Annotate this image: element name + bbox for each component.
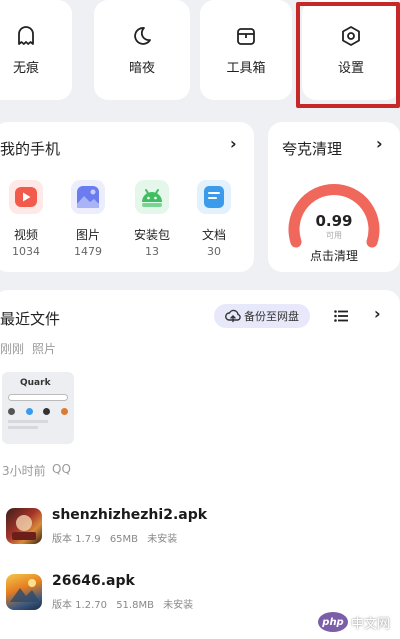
recent-chevron-icon[interactable]: › bbox=[374, 304, 381, 323]
file-size: 65MB bbox=[109, 534, 139, 545]
recent-group-time: 3小时前 bbox=[2, 464, 46, 478]
recent-group-time: 刚刚 bbox=[0, 342, 25, 356]
watermark-text: 中文网 bbox=[351, 616, 391, 632]
phone-item-label: 视频 bbox=[13, 228, 38, 242]
backup-label: 备份至网盘 bbox=[244, 310, 299, 323]
phone-item-documents[interactable]: 文档 30 bbox=[186, 180, 242, 258]
my-phone-chevron-icon[interactable]: › bbox=[230, 134, 237, 153]
cleanup-title: 夸克清理 bbox=[282, 140, 343, 158]
tool-incognito[interactable]: 无痕 bbox=[0, 0, 72, 100]
tool-night-mode[interactable]: 暗夜 bbox=[94, 0, 190, 100]
thumbnail-lines bbox=[8, 420, 48, 423]
cleanup-chevron-icon[interactable]: › bbox=[376, 134, 383, 153]
file-size: 51.8MB bbox=[116, 600, 154, 611]
video-play-icon bbox=[9, 180, 43, 214]
recent-group-type: 照片 bbox=[32, 342, 57, 356]
thumbnail-icons bbox=[8, 408, 68, 415]
tool-label: 无痕 bbox=[12, 60, 39, 76]
phone-item-label: 文档 bbox=[201, 228, 226, 242]
apk-app-icon bbox=[6, 508, 42, 544]
recent-group-type: QQ bbox=[52, 462, 71, 476]
file-status: 未安装 bbox=[147, 534, 178, 545]
settings-highlight-box bbox=[296, 2, 400, 108]
tool-toolbox[interactable]: 工具箱 bbox=[200, 0, 292, 100]
toolbox-icon bbox=[235, 25, 257, 47]
tool-label: 暗夜 bbox=[128, 60, 155, 76]
file-meta: 版本 1.7.9 65MB 未安装 bbox=[52, 530, 183, 545]
phone-item-count: 1034 bbox=[12, 245, 40, 258]
tool-label: 工具箱 bbox=[226, 60, 266, 76]
phone-item-count: 13 bbox=[145, 245, 159, 258]
file-version: 版本 1.2.70 bbox=[52, 600, 107, 611]
file-meta: 版本 1.2.70 51.8MB 未安装 bbox=[52, 596, 199, 611]
cleanup-score: 0.99 bbox=[315, 212, 353, 230]
file-row[interactable]: shenzhizhezhi2.apk 版本 1.7.9 65MB 未安装 bbox=[6, 507, 386, 548]
file-row[interactable]: 26646.apk 版本 1.2.70 51.8MB 未安装 bbox=[6, 573, 386, 614]
thumbnail-caption: Quark bbox=[20, 378, 51, 388]
file-name: 26646.apk bbox=[52, 573, 135, 589]
phone-item-apk[interactable]: 安装包 13 bbox=[124, 180, 180, 258]
phone-item-count: 1479 bbox=[74, 245, 102, 258]
recent-files-title: 最近文件 bbox=[0, 310, 61, 328]
document-icon bbox=[197, 180, 231, 214]
android-icon bbox=[135, 180, 169, 214]
file-name: shenzhizhezhi2.apk bbox=[52, 507, 208, 523]
phone-item-count: 30 bbox=[207, 245, 221, 258]
phone-item-images[interactable]: 图片 1479 bbox=[60, 180, 116, 258]
cleanup-card[interactable]: 夸克清理 › 0.99 可用 点击清理 bbox=[268, 122, 400, 272]
thumbnail-searchbar bbox=[8, 394, 68, 401]
watermark: php 中文网 bbox=[318, 612, 390, 632]
cloud-upload-icon bbox=[225, 309, 244, 323]
cleanup-action[interactable]: 点击清理 bbox=[268, 247, 400, 264]
my-phone-card: 我的手机 › 视频 1034 图片 1479 安装包 13 文档 30 bbox=[0, 122, 254, 272]
cleanup-score-unit: 可用 bbox=[326, 231, 342, 240]
my-phone-title: 我的手机 bbox=[0, 140, 61, 158]
phone-item-label: 安装包 bbox=[133, 228, 170, 242]
recent-files-card: 最近文件 备份至网盘 › 刚刚 照片 Quark 3小时前 QQ shenzhi… bbox=[0, 290, 400, 639]
image-icon bbox=[71, 180, 105, 214]
recent-photo-thumbnail[interactable]: Quark bbox=[2, 372, 74, 444]
php-logo-icon: php bbox=[318, 612, 348, 632]
phone-item-label: 图片 bbox=[75, 228, 100, 242]
file-version: 版本 1.7.9 bbox=[52, 534, 101, 545]
list-view-icon[interactable] bbox=[334, 310, 348, 322]
ghost-icon bbox=[15, 25, 37, 47]
phone-item-video[interactable]: 视频 1034 bbox=[0, 180, 54, 258]
moon-icon bbox=[131, 25, 153, 47]
file-status: 未安装 bbox=[163, 600, 194, 611]
backup-to-cloud-button[interactable]: 备份至网盘 bbox=[214, 304, 310, 328]
apk-app-icon bbox=[6, 574, 42, 610]
